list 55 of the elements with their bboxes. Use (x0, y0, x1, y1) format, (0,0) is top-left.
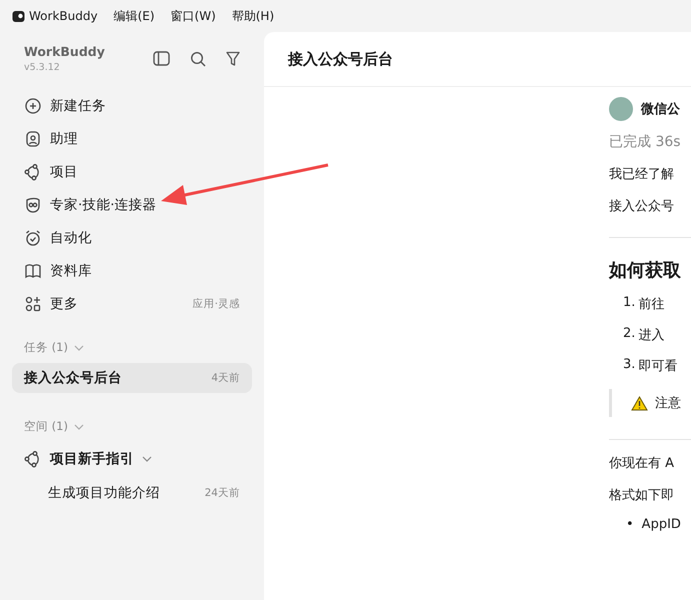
message-paragraph: 格式如下即 (609, 487, 675, 504)
message-paragraph: 你现在有 A (609, 455, 676, 472)
menu-item[interactable]: 帮助(H) (232, 8, 274, 24)
list-text: 进入 (638, 327, 664, 344)
mask-icon (24, 196, 42, 214)
nav-item[interactable]: 助理 (12, 122, 252, 155)
task-item[interactable]: 生成项目功能介绍 24天前 (12, 476, 252, 510)
nodes-icon (24, 450, 42, 468)
nav-item[interactable]: 专家·技能·连接器 (12, 188, 252, 221)
sidebar-toggle-icon[interactable] (153, 51, 170, 66)
list-marker: 1. (623, 295, 636, 312)
app-name: WorkBuddy (29, 9, 98, 23)
status-text: 已完成 36s (609, 133, 682, 151)
message-paragraph: 接入公众号 (609, 198, 675, 215)
list-marker: 2. (623, 326, 636, 343)
search-icon[interactable] (190, 50, 206, 66)
chevron-down-icon[interactable] (142, 456, 152, 462)
alarm-clock-icon (24, 228, 42, 246)
nodes-icon (24, 162, 42, 180)
list-text: 前往 (638, 296, 664, 313)
filter-icon[interactable] (226, 50, 240, 66)
list-text: AppID (642, 517, 681, 532)
grid-plus-icon (24, 294, 42, 312)
sender-name: 微信公 (641, 101, 680, 118)
section-heading: 任务 (1) (24, 340, 68, 355)
menu-item[interactable]: 窗口(W) (170, 8, 216, 24)
section-heading: 如何获取 (609, 259, 682, 282)
conversation-title: 接入公众号后台 (288, 50, 393, 68)
nav-item[interactable]: 自动化 (12, 221, 252, 254)
list-text: 即可看 (638, 358, 678, 375)
list-marker: 3. (623, 357, 636, 374)
task-title: 生成项目功能介绍 (48, 484, 161, 502)
menu-item[interactable]: 编辑(E) (114, 8, 155, 24)
avatar (609, 97, 633, 121)
sidebar-title: WorkBuddy (24, 44, 106, 59)
section-heading: 空间 (1) (24, 419, 68, 434)
bullet: • (626, 517, 634, 532)
nav-item[interactable]: 新建任务 (12, 89, 252, 122)
app-logo-icon (12, 10, 25, 22)
nav-item[interactable]: 项目 (12, 155, 252, 188)
nav-item[interactable]: 资料库 (12, 254, 252, 287)
warning-icon (631, 396, 648, 410)
book-icon (24, 262, 42, 280)
note-text: 注意 (655, 395, 681, 412)
task-item[interactable]: 接入公众号后台 4天前 (12, 363, 252, 393)
nav-item[interactable]: 更多 应用·灵感 (12, 287, 252, 320)
task-time: 24天前 (204, 486, 240, 500)
project-name[interactable]: 项目新手指引 (50, 450, 134, 468)
task-time: 4天前 (211, 371, 240, 385)
person-badge-icon (24, 130, 42, 148)
version-label: v5.3.12 (24, 62, 61, 73)
task-title: 接入公众号后台 (24, 369, 123, 387)
message-paragraph: 我已经了解 (609, 166, 675, 183)
plus-circle-icon (24, 96, 42, 114)
nav-hint: 应用·灵感 (192, 296, 240, 310)
